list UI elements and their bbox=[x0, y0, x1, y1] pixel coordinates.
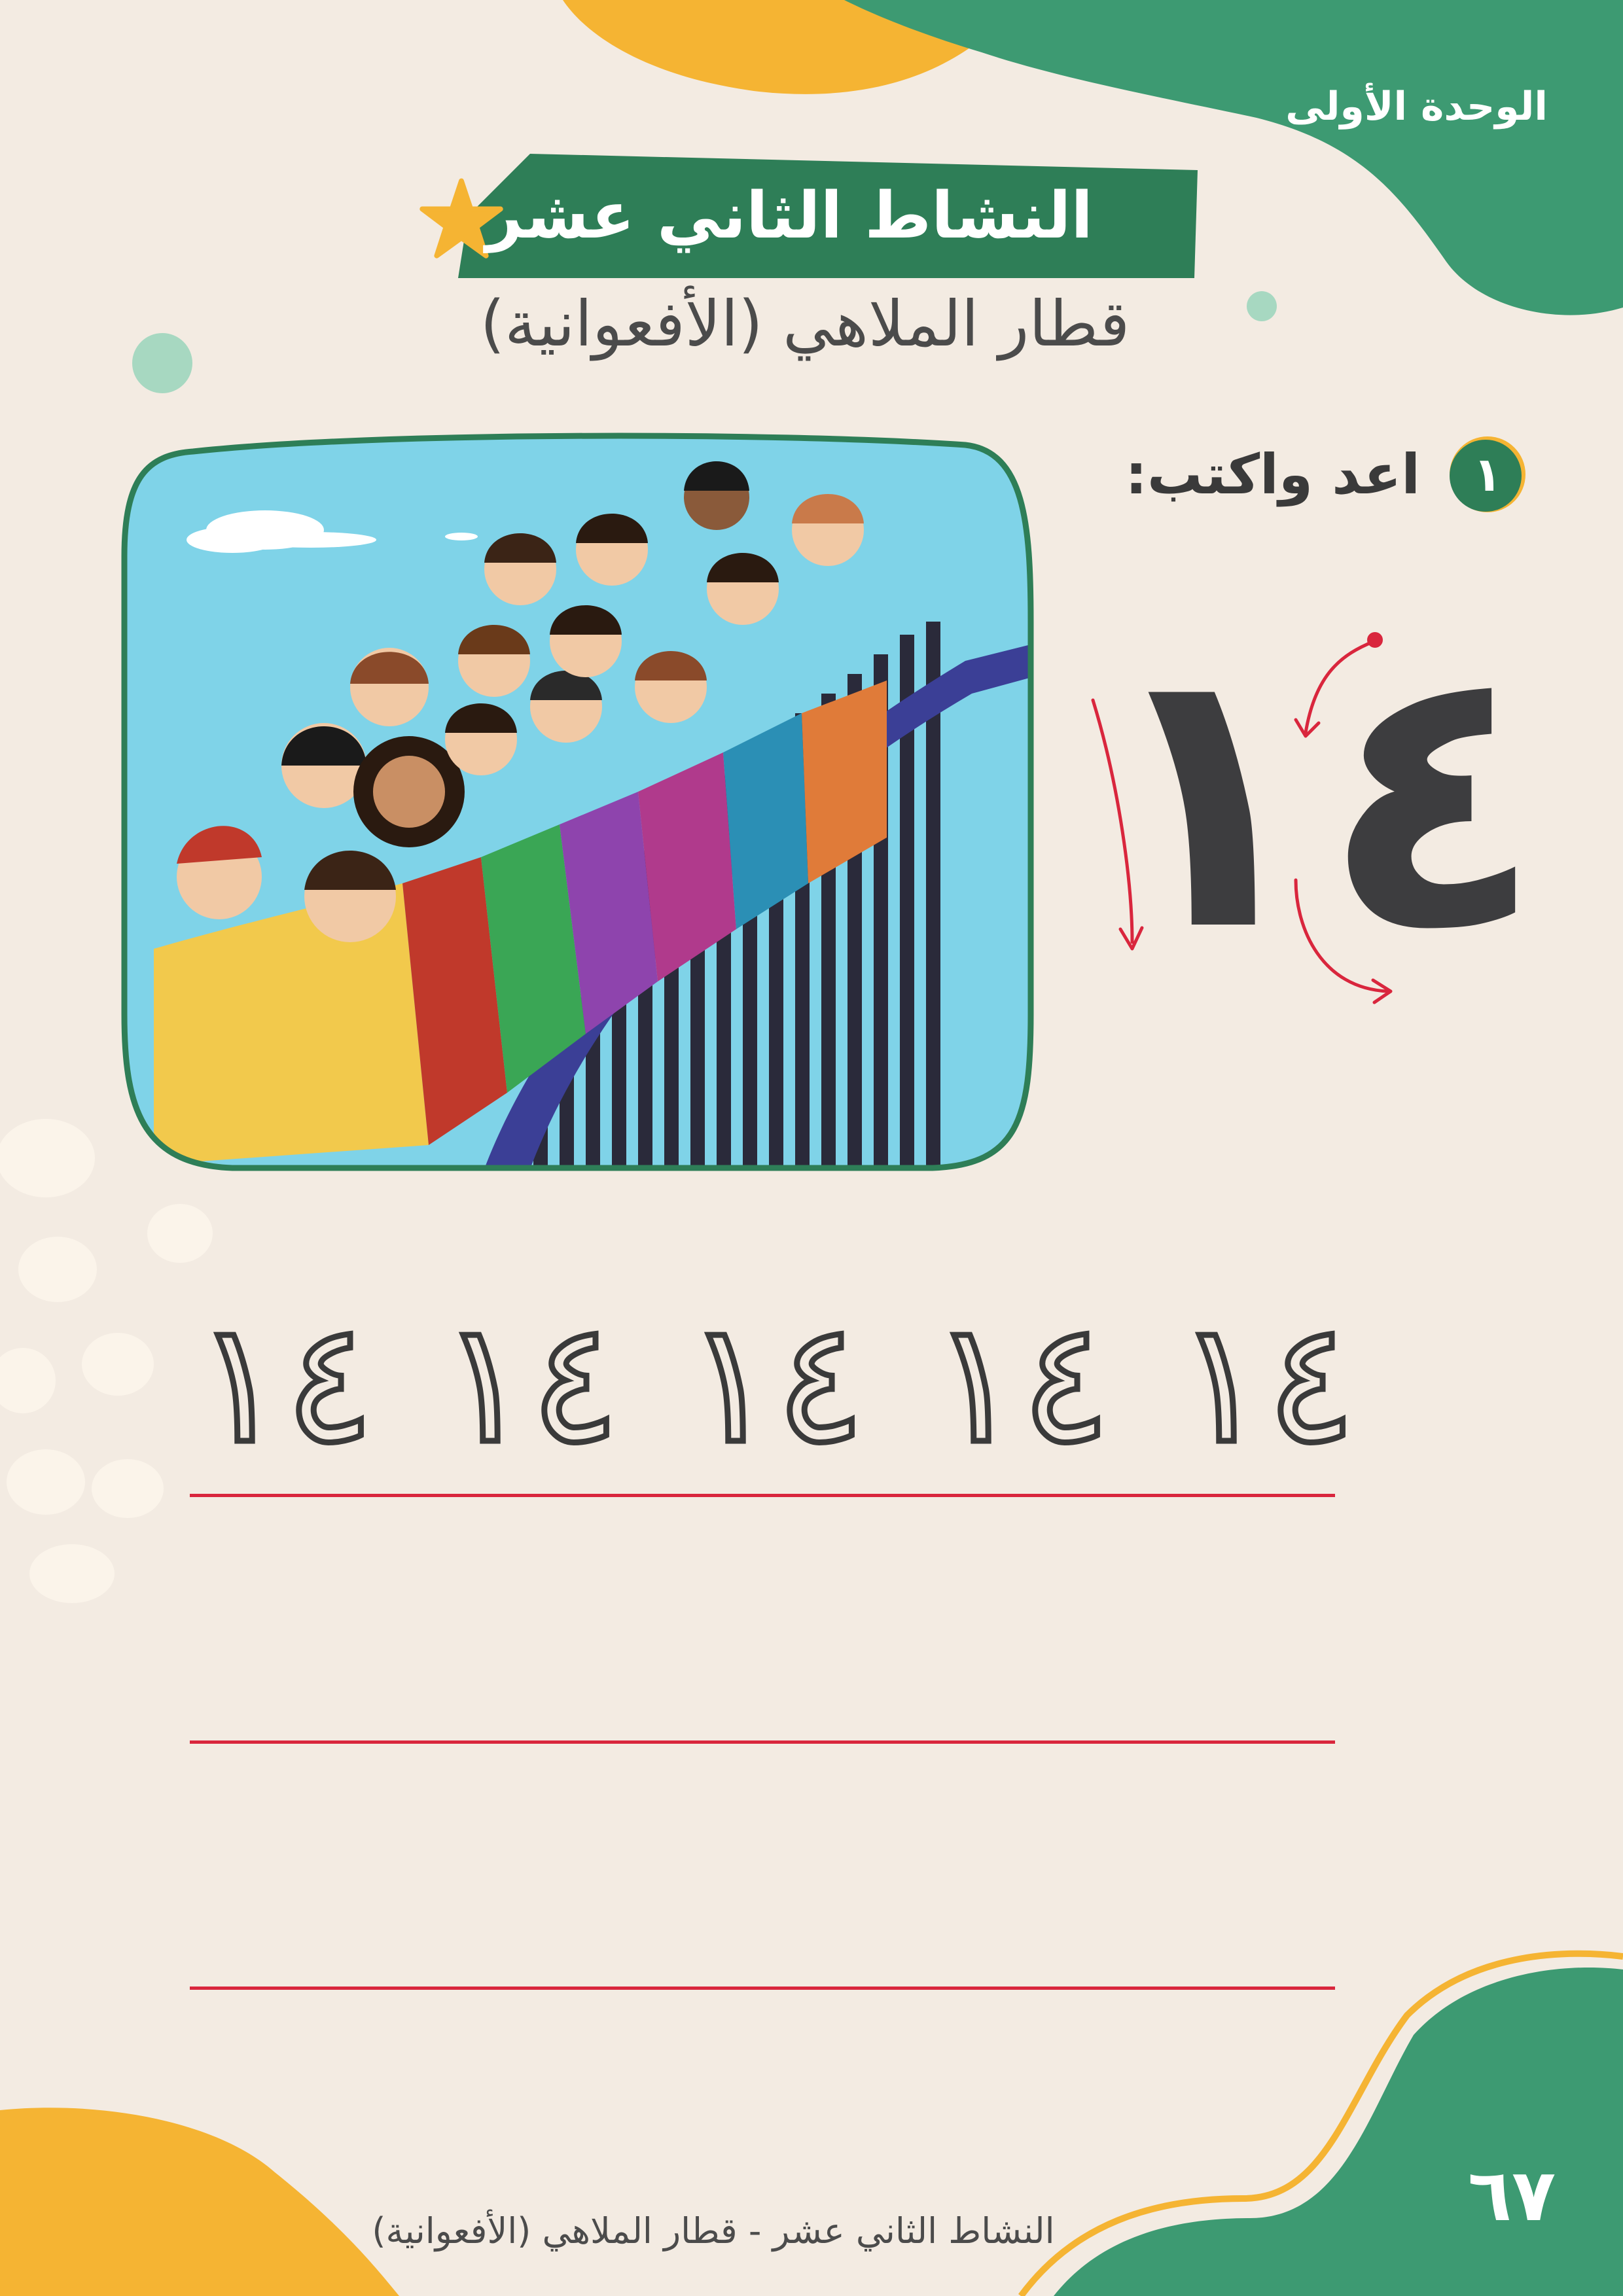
page-number: ٦٧ bbox=[1467, 2153, 1556, 2237]
activity-title: النشاط الثاني عشر bbox=[486, 179, 1093, 253]
roller-coaster-illustration bbox=[121, 433, 1034, 1171]
trace-number[interactable]: ١٤ bbox=[668, 1289, 883, 1478]
question-number: ١ bbox=[1473, 447, 1502, 502]
tracing-row: ١٤ ١٤ ١٤ ١٤ ١٤ bbox=[177, 1289, 1374, 1478]
instruction-text: اعد واكتب: bbox=[1125, 442, 1420, 506]
writing-direction-arrows-icon bbox=[1091, 632, 1393, 1004]
trace-number[interactable]: ١٤ bbox=[422, 1289, 638, 1478]
footer-text: النشاط الثاني عشر - قطار الملاهي (الأفعو… bbox=[372, 2210, 1055, 2252]
trace-number[interactable]: ١٤ bbox=[1158, 1289, 1374, 1478]
writing-line[interactable] bbox=[190, 1740, 1335, 1744]
trace-number[interactable]: ١٤ bbox=[177, 1289, 393, 1478]
activity-subtitle: قطار الملاهي (الأفعوانية) bbox=[480, 287, 1130, 361]
writing-line[interactable] bbox=[190, 1987, 1335, 1990]
unit-label: الوحدة الأولى bbox=[1285, 84, 1548, 130]
writing-line[interactable] bbox=[190, 1494, 1335, 1497]
trace-number[interactable]: ١٤ bbox=[913, 1289, 1129, 1478]
